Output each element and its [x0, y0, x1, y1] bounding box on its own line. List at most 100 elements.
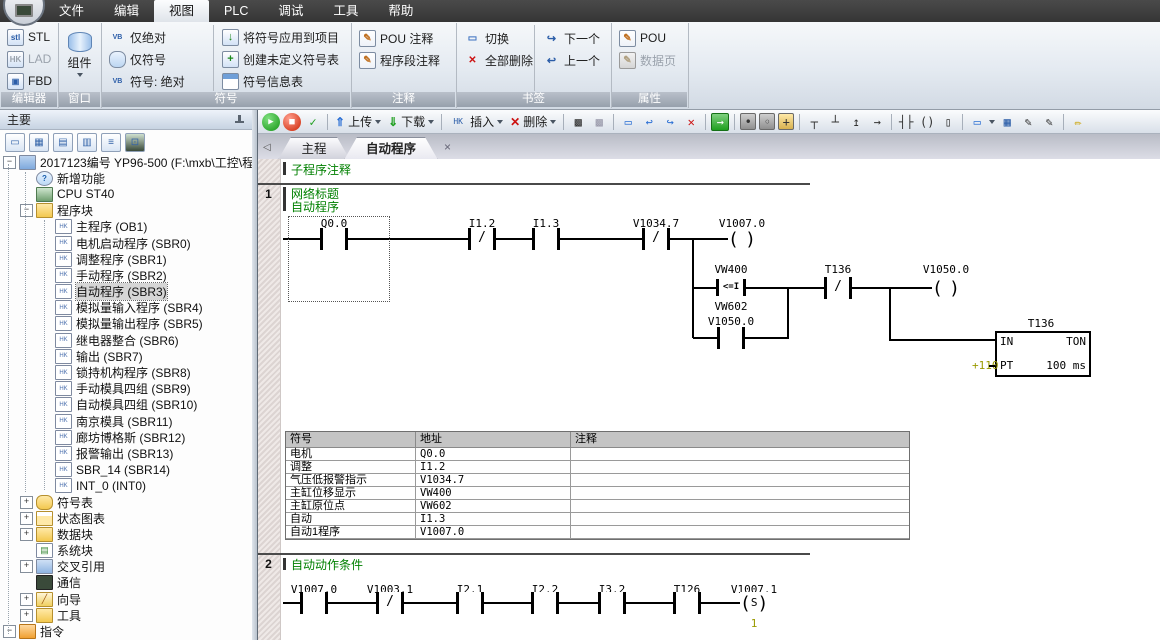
tree-item[interactable]: 向导 — [20, 591, 252, 607]
pou-properties-button[interactable]: POU — [616, 27, 688, 49]
tree-item[interactable]: 交叉引用 — [20, 559, 252, 575]
tree-item-label[interactable]: 输出 (SBR7) — [76, 348, 143, 365]
menu-item[interactable]: 帮助 — [373, 0, 428, 22]
tree-item[interactable]: 电机启动程序 (SBR0) — [39, 235, 252, 251]
nc-contact[interactable] — [824, 277, 852, 299]
ladder-canvas[interactable]: 子程序注释 1 网络标题 自动程序 Q0.0 I1.2 I1.3 V1034.7… — [258, 159, 1160, 640]
symbol-info-table-button[interactable]: 符号信息表 — [219, 70, 342, 92]
tab-auto-program[interactable]: 自动程序 — [344, 137, 438, 160]
tree-item[interactable]: 模拟量输出程序 (SBR5) — [39, 316, 252, 332]
symbol-table-row[interactable]: 主缸原位点 VW602 — [286, 500, 909, 513]
symbol-table-row[interactable]: 主缸位移显示 VW400 — [286, 487, 909, 500]
tree-item-label[interactable]: 工具 — [57, 607, 81, 624]
set-coil[interactable]: (S) — [740, 592, 768, 614]
pin-icon[interactable] — [235, 115, 244, 125]
no-contact[interactable] — [456, 592, 484, 614]
edit-pou-comment-icon[interactable]: ✎ — [1019, 113, 1037, 131]
tree-item-label[interactable]: 向导 — [57, 591, 81, 608]
tree-item-label[interactable]: 模拟量输入程序 (SBR4) — [76, 299, 203, 316]
tab-main-program[interactable]: 主程序 — [278, 137, 350, 160]
tree-item-label[interactable]: 自动程序 (SBR3) — [76, 283, 167, 300]
compare-contact[interactable]: <=I — [716, 279, 746, 296]
no-contact[interactable] — [531, 592, 559, 614]
output-coil[interactable]: () — [932, 277, 960, 299]
operand-label[interactable]: T136 — [825, 263, 852, 276]
tree-item[interactable]: 报警输出 (SBR13) — [39, 445, 252, 461]
tree-item-label[interactable]: 数据块 — [57, 526, 93, 543]
tree-item[interactable]: CPU ST40 — [20, 186, 252, 202]
timer-label[interactable]: T136 — [1028, 317, 1055, 330]
expand-toggle-icon[interactable] — [20, 560, 33, 573]
symbol-table-view-icon[interactable]: ▭ — [5, 133, 25, 152]
unlock-icon[interactable]: ◦ — [759, 113, 775, 130]
tree-item[interactable]: 主程序 (OB1) — [39, 219, 252, 235]
select-network-icon[interactable]: ▩ — [569, 113, 587, 131]
fbd-button[interactable]: ▣FBD — [4, 70, 58, 92]
tree-item-label[interactable]: 锁持机构程序 (SBR8) — [76, 364, 191, 381]
tree-item[interactable]: 手动模具四组 (SBR9) — [39, 381, 252, 397]
output-coil[interactable]: () — [728, 228, 756, 250]
tree-item[interactable]: SBR_14 (SBR14) — [39, 462, 252, 478]
stl-button[interactable]: stlSTL — [4, 26, 58, 48]
tree-item[interactable]: 符号表 — [20, 494, 252, 510]
tree-item-label[interactable]: 状态图表 — [57, 510, 105, 527]
tree-item-label[interactable]: 报警输出 (SBR13) — [76, 445, 173, 462]
tree-item[interactable]: 程序块 — [20, 203, 252, 219]
tree-item[interactable]: 2017123编号 YP96-500 (F:\mxb\工控\程 — [3, 154, 252, 170]
symbol-table-row[interactable]: 自动1程序 V1007.0 — [286, 526, 909, 539]
tree-item[interactable]: INT_0 (INT0) — [39, 478, 252, 494]
tree-item-label[interactable]: 系统块 — [57, 542, 93, 559]
insert-button[interactable]: HK插入 — [447, 113, 505, 131]
compare-operand-1[interactable]: VW400 — [714, 263, 747, 276]
tree-item[interactable]: 工具 — [20, 607, 252, 623]
tree-item-label[interactable]: 继电器整合 (SBR6) — [76, 332, 179, 349]
ton-timer-box[interactable]: IN TON PT 100 ms — [995, 331, 1091, 377]
address-format-icon[interactable]: ▭ — [968, 113, 986, 131]
nc-contact[interactable] — [468, 228, 496, 250]
create-undefined-symtable-button[interactable]: 创建未定义符号表 — [219, 48, 342, 70]
tree-item[interactable]: 模拟量输入程序 (SBR4) — [39, 300, 252, 316]
symbol-table-row[interactable]: 气压低报警指示 V1034.7 — [286, 474, 909, 487]
tree-item-label[interactable]: 程序块 — [57, 202, 93, 219]
tree-item-label[interactable]: 自动模具四组 (SBR10) — [76, 396, 197, 413]
tree-item-label[interactable]: 交叉引用 — [57, 558, 105, 575]
header-address[interactable]: 地址 — [416, 432, 571, 448]
expand-toggle-icon[interactable] — [20, 512, 33, 525]
tree-item[interactable]: 锁持机构程序 (SBR8) — [39, 364, 252, 380]
tree-item-label[interactable]: 南京模具 (SBR11) — [76, 413, 172, 430]
menu-item[interactable]: 编辑 — [99, 0, 154, 22]
cross-reference-view-icon[interactable]: ≡ — [101, 133, 121, 152]
no-contact[interactable] — [717, 327, 745, 349]
goto-icon[interactable]: → — [711, 113, 729, 131]
tree-item-label[interactable]: 调整程序 (SBR1) — [76, 251, 167, 268]
bookmark-prev-icon[interactable]: ↩ — [640, 113, 658, 131]
tree-item[interactable]: 系统块 — [20, 543, 252, 559]
tree-item-label[interactable]: SBR_14 (SBR14) — [76, 463, 170, 477]
apply-symbols-button[interactable]: 将符号应用到项目 — [219, 26, 342, 48]
no-contact[interactable] — [320, 228, 348, 250]
menu-item[interactable]: 调试 — [263, 0, 318, 22]
upload-button[interactable]: ⇑上传 — [333, 113, 383, 130]
pencil-icon[interactable]: ✏ — [1069, 113, 1087, 131]
symbol-absolute-button[interactable]: 符号: 绝对 — [106, 70, 188, 92]
data-block-view-icon[interactable]: ▤ — [53, 133, 73, 152]
tree-item[interactable]: 调整程序 (SBR1) — [39, 251, 252, 267]
tree-item[interactable]: 新增功能 — [20, 170, 252, 186]
menu-item[interactable]: 工具 — [318, 0, 373, 22]
tree-item-label[interactable]: 手动程序 (SBR2) — [76, 267, 167, 284]
tab-scroll-left-icon[interactable]: ◁ — [263, 142, 271, 153]
run-icon[interactable]: ▶ — [262, 113, 280, 131]
bookmark-next-button[interactable]: 下一个 — [540, 27, 603, 49]
tree-item[interactable]: 南京模具 (SBR11) — [39, 413, 252, 429]
status-chart-view-icon[interactable]: ▦ — [29, 133, 49, 152]
symbol-table-row[interactable]: 调整 I1.2 — [286, 461, 909, 474]
expand-toggle-icon[interactable] — [20, 204, 33, 217]
no-contact[interactable] — [532, 228, 560, 250]
network-comment[interactable]: 自动动作条件 — [291, 556, 363, 573]
tree-item[interactable]: 数据块 — [20, 526, 252, 542]
line-right-icon[interactable]: → — [868, 113, 886, 131]
communication-view-icon[interactable]: ⊡ — [125, 133, 145, 152]
compile-icon[interactable]: ✓ — [304, 113, 322, 131]
no-contact[interactable] — [300, 592, 328, 614]
download-button[interactable]: ⇓下载 — [386, 113, 436, 130]
